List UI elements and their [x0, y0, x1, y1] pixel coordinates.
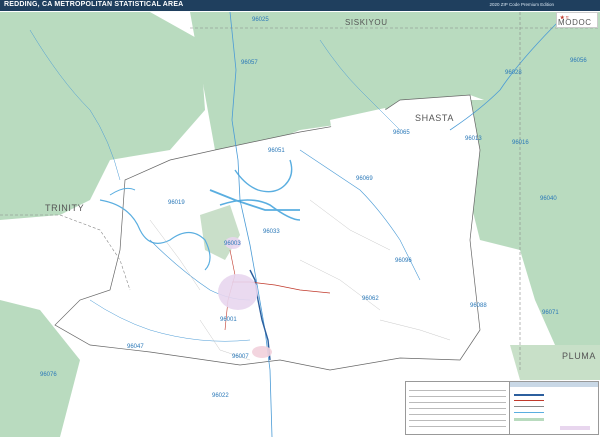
zip-label: 96028	[505, 70, 522, 76]
legend-highway-line	[514, 400, 544, 401]
zip-label: 96071	[542, 310, 559, 316]
table-row	[409, 420, 506, 421]
legend-forest-swatch	[514, 418, 544, 421]
legend-road-line	[514, 406, 544, 407]
zip-label: 96062	[362, 296, 379, 302]
map-legend	[509, 381, 599, 435]
table-row	[409, 414, 506, 415]
zip-label: 96047	[127, 344, 144, 350]
table-row	[409, 390, 506, 391]
county-label-shasta: SHASTA	[415, 113, 454, 123]
table-row	[409, 402, 506, 403]
county-label-modoc: MODOC	[558, 18, 592, 27]
legend-interstate-line	[514, 394, 544, 396]
zip-label: 96076	[40, 372, 57, 378]
map-canvas[interactable]: REDDING, CA METROPOLITAN STATISTICAL ARE…	[0, 0, 600, 437]
map-graphic	[0, 0, 600, 437]
zip-label: 96056	[570, 58, 587, 64]
zip-label: 96040	[540, 196, 557, 202]
zip-label: 96001	[220, 317, 237, 323]
zip-label: 96069	[356, 176, 373, 182]
zip-label: 96003	[224, 241, 241, 247]
legend-water-line	[514, 412, 544, 413]
map-title: REDDING, CA METROPOLITAN STATISTICAL ARE…	[4, 1, 184, 8]
legend-urban-swatch	[560, 426, 590, 430]
zip-label: 96096	[395, 258, 412, 264]
table-row	[409, 426, 506, 427]
county-label-siskiyou: SISKIYOU	[345, 18, 388, 27]
zip-label: 96065	[393, 130, 410, 136]
zip-label: 96013	[465, 136, 482, 142]
zip-label: 96057	[241, 60, 258, 66]
county-label-trinity: TRINITY	[45, 203, 85, 213]
zip-label: 96033	[263, 229, 280, 235]
zip-index-table	[405, 381, 510, 435]
zip-label: 96051	[268, 148, 285, 154]
county-label-pluma: PLUMA	[562, 351, 597, 361]
edition-label: 2020 ZIP Code Premium Edition	[489, 2, 554, 7]
legend-header	[510, 382, 598, 387]
zip-label: 96088	[470, 303, 487, 309]
zip-label: 96019	[168, 200, 185, 206]
zip-label: 96025	[252, 17, 269, 23]
zip-label: 96007	[232, 354, 249, 360]
table-row	[409, 396, 506, 397]
zip-label: 96022	[212, 393, 229, 399]
table-row	[409, 408, 506, 409]
zip-label: 96016	[512, 140, 529, 146]
